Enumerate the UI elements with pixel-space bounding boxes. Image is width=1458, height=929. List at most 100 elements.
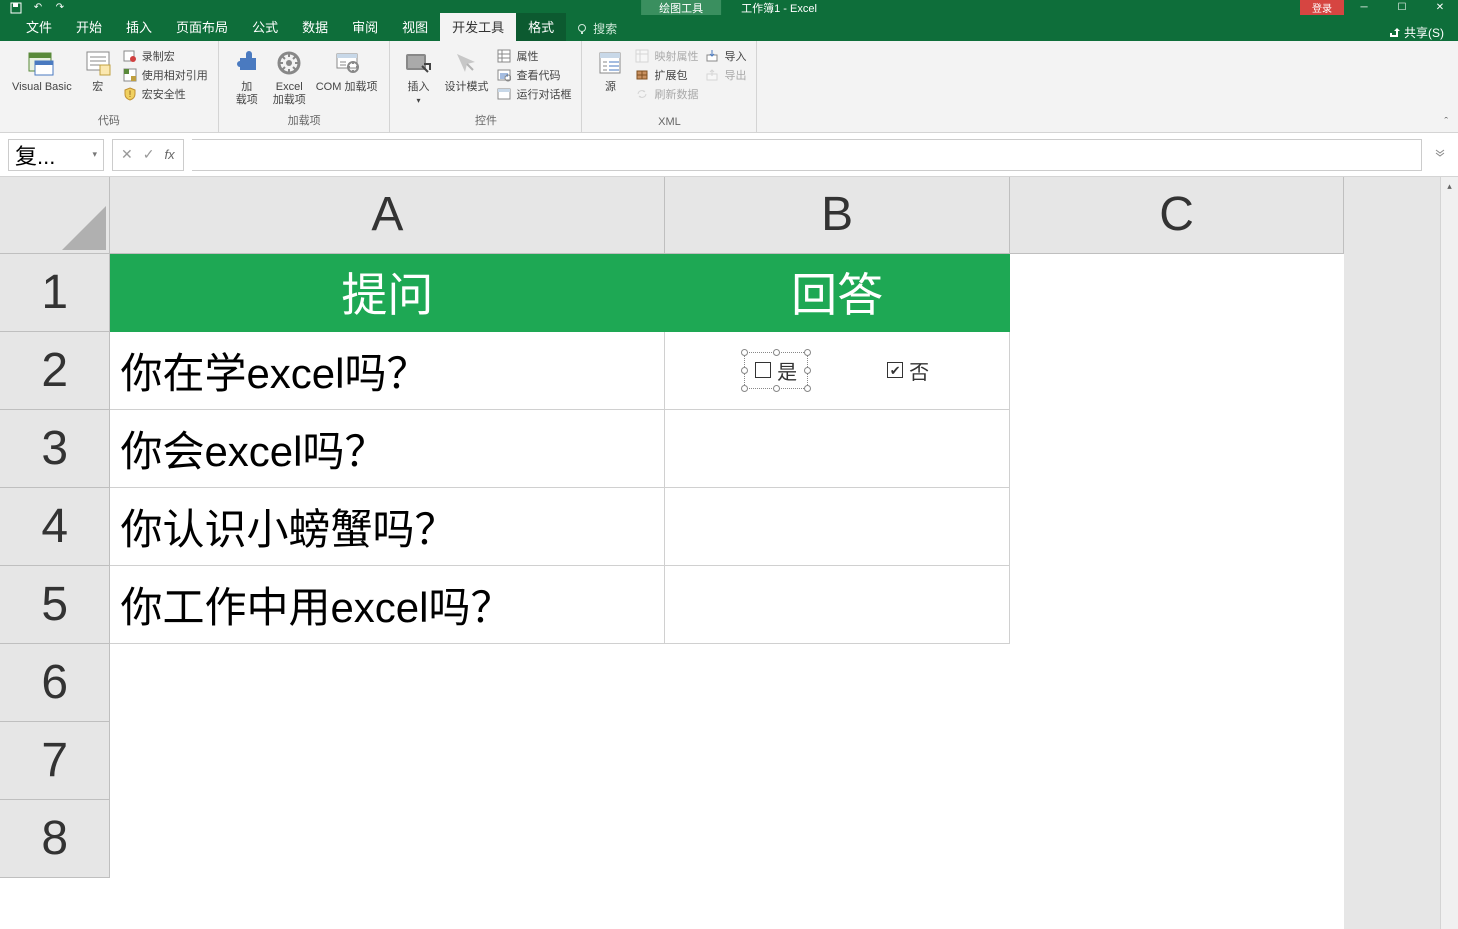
tab-data[interactable]: 数据 (290, 13, 340, 41)
name-box-dropdown-icon[interactable]: ▾ (92, 149, 97, 160)
import-button[interactable]: 导入 (702, 47, 748, 65)
col-header-a[interactable]: A (110, 177, 665, 253)
cell-a8[interactable] (110, 799, 665, 877)
share-button[interactable]: 共享(S) (1388, 24, 1444, 41)
macros-button[interactable]: 宏 (78, 45, 118, 94)
cell-b7[interactable] (665, 721, 1010, 799)
tab-home[interactable]: 开始 (64, 13, 114, 41)
fx-icon[interactable]: fx (164, 147, 174, 162)
cell-a7[interactable] (110, 721, 665, 799)
formula-expand-icon[interactable] (1430, 149, 1450, 160)
tab-developer[interactable]: 开发工具 (440, 13, 516, 41)
name-box[interactable]: 复... ▾ (8, 139, 104, 171)
tab-file[interactable]: 文件 (14, 13, 64, 41)
cell-c4[interactable] (1010, 487, 1344, 565)
row-header-6[interactable]: 6 (0, 643, 110, 721)
excel-addins-button[interactable]: Excel 加载项 (269, 45, 310, 107)
visual-basic-button[interactable]: Visual Basic (8, 45, 76, 94)
tab-format[interactable]: 格式 (516, 13, 566, 41)
row-header-2[interactable]: 2 (0, 331, 110, 409)
worksheet-area: A B C 1 提问 回答 2 你在学excel吗？ (0, 177, 1458, 929)
formula-bar: 复... ▾ ✕ ✓ fx (0, 133, 1458, 177)
cell-a5[interactable]: 你工作中用excel吗？ (110, 565, 665, 643)
ribbon-tabs: 文件 开始 插入 页面布局 公式 数据 审阅 视图 开发工具 格式 搜索 共享(… (0, 15, 1458, 41)
record-macro-button[interactable]: 录制宏 (120, 47, 210, 65)
relative-ref-icon (122, 67, 138, 83)
cell-b4[interactable] (665, 487, 1010, 565)
checkbox-yes[interactable]: 是 (745, 353, 807, 388)
group-controls: 插入▾ 设计模式 属性 查看代码 运行对话框 控件 (390, 41, 582, 132)
tell-me-search[interactable]: 搜索 (566, 16, 627, 41)
cell-a6[interactable] (110, 643, 665, 721)
cell-b5[interactable] (665, 565, 1010, 643)
tab-layout[interactable]: 页面布局 (164, 13, 240, 41)
use-relative-button[interactable]: 使用相对引用 (120, 66, 210, 84)
collapse-ribbon-icon[interactable]: ˆ (1444, 116, 1448, 128)
cell-b6[interactable] (665, 643, 1010, 721)
addins-button[interactable]: 加 载项 (227, 45, 267, 107)
col-header-b[interactable]: B (665, 177, 1010, 253)
cell-c3[interactable] (1010, 409, 1344, 487)
minimize-icon[interactable]: ─ (1346, 1, 1382, 15)
map-props-icon (634, 48, 650, 64)
cell-a1[interactable]: 提问 (110, 253, 665, 331)
checkbox-yes-box[interactable] (755, 362, 771, 378)
cell-c8[interactable] (1010, 799, 1344, 877)
properties-button[interactable]: 属性 (494, 47, 573, 65)
row-header-3[interactable]: 3 (0, 409, 110, 487)
insert-control-button[interactable]: 插入▾ (398, 45, 438, 107)
scroll-up-icon[interactable]: ▴ (1441, 177, 1458, 195)
row-header-5[interactable]: 5 (0, 565, 110, 643)
cell-c6[interactable] (1010, 643, 1344, 721)
maximize-icon[interactable]: ☐ (1384, 1, 1420, 15)
macro-security-button[interactable]: !宏安全性 (120, 85, 210, 103)
design-mode-button[interactable]: 设计模式 (440, 45, 492, 94)
row-header-7[interactable]: 7 (0, 721, 110, 799)
checkbox-no-box[interactable] (887, 362, 903, 378)
cell-c1[interactable] (1010, 253, 1344, 331)
select-all-corner[interactable] (0, 177, 110, 253)
row-header-8[interactable]: 8 (0, 799, 110, 877)
worksheet-grid[interactable]: A B C 1 提问 回答 2 你在学excel吗？ (0, 177, 1344, 878)
col-header-c[interactable]: C (1010, 177, 1344, 253)
source-button[interactable]: 源 (590, 45, 630, 94)
checkbox-no[interactable]: 否 (887, 356, 929, 385)
cell-b2[interactable]: 是 否 (665, 331, 1010, 409)
row-header-1[interactable]: 1 (0, 253, 110, 331)
cell-c2[interactable] (1010, 331, 1344, 409)
expansion-pack-button[interactable]: 扩展包 (632, 66, 700, 84)
run-dialog-icon (496, 86, 512, 102)
view-code-button[interactable]: 查看代码 (494, 66, 573, 84)
map-properties-button[interactable]: 映射属性 (632, 47, 700, 65)
run-dialog-button[interactable]: 运行对话框 (494, 85, 573, 103)
visual-basic-icon (26, 47, 58, 79)
import-icon (704, 48, 720, 64)
cell-b8[interactable] (665, 799, 1010, 877)
cell-a2[interactable]: 你在学excel吗？ (110, 331, 665, 409)
close-icon[interactable]: ✕ (1422, 1, 1458, 15)
group-label-code: 代码 (8, 112, 210, 130)
tab-view[interactable]: 视图 (390, 13, 440, 41)
cancel-icon[interactable]: ✕ (121, 146, 133, 163)
formula-input[interactable] (192, 139, 1422, 171)
cell-a3[interactable]: 你会excel吗？ (110, 409, 665, 487)
cell-c7[interactable] (1010, 721, 1344, 799)
refresh-data-button[interactable]: 刷新数据 (632, 85, 700, 103)
row-header-4[interactable]: 4 (0, 487, 110, 565)
properties-icon (496, 48, 512, 64)
tab-review[interactable]: 审阅 (340, 13, 390, 41)
cell-c5[interactable] (1010, 565, 1344, 643)
cell-b1[interactable]: 回答 (665, 253, 1010, 331)
vertical-scrollbar[interactable]: ▴ (1440, 177, 1458, 929)
login-button[interactable]: 登录 (1300, 0, 1344, 16)
cell-a4[interactable]: 你认识小螃蟹吗？ (110, 487, 665, 565)
enter-icon[interactable]: ✓ (143, 146, 155, 163)
share-icon (1388, 27, 1400, 39)
tab-insert[interactable]: 插入 (114, 13, 164, 41)
com-addins-button[interactable]: COM 加载项 (312, 45, 382, 94)
tab-formulas[interactable]: 公式 (240, 13, 290, 41)
export-button[interactable]: 导出 (702, 66, 748, 84)
security-icon: ! (122, 86, 138, 102)
cell-b3[interactable] (665, 409, 1010, 487)
com-addins-icon (331, 47, 363, 79)
